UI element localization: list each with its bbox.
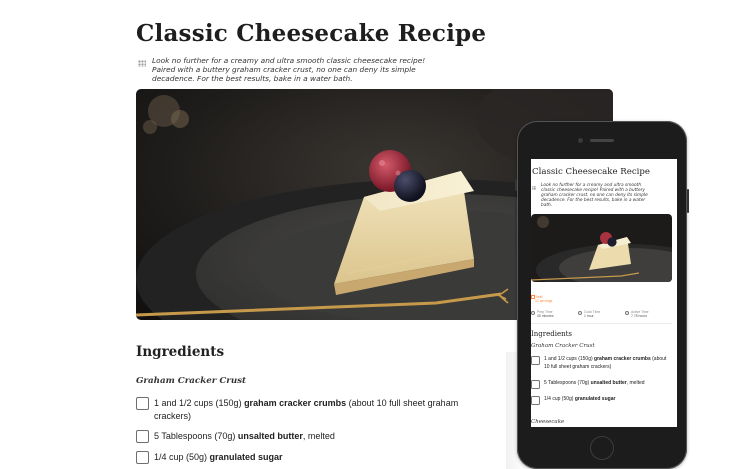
recipe-intro: Look no further for a creamy and ultra s… <box>152 56 426 83</box>
phone-side-button <box>515 179 517 191</box>
cook-time: Cook Time 1 hour <box>584 310 601 318</box>
clock-icon <box>531 311 535 315</box>
ingredient-text: 1 and 1/2 cups (150g) graham cracker cru… <box>154 398 459 421</box>
mobile-hero-image <box>531 214 672 282</box>
ingredients-heading: Ingredients <box>136 344 225 360</box>
mobile-ingredients-heading: Ingredients <box>531 330 573 338</box>
recipe-title: Classic Cheesecake Recipe <box>136 20 487 47</box>
speaker-grille <box>590 139 614 142</box>
ingredient-item[interactable]: 1 and 1/2 cups (150g) graham cracker cru… <box>136 397 459 422</box>
mobile-cheesecake-subheading: Cheesecake <box>531 419 565 425</box>
ingredient-checkbox[interactable] <box>531 396 540 405</box>
ingredient-checkbox[interactable] <box>136 397 149 410</box>
ingredient-item[interactable]: 5 Tablespoons (70g) unsalted butter, mel… <box>136 430 459 443</box>
clock-icon <box>578 311 582 315</box>
ingredient-text: 1/4 cup (50g) granulated sugar <box>544 396 616 402</box>
clock-icon <box>625 311 629 315</box>
phone-volume-up-button <box>515 201 517 223</box>
phone-volume-down-button <box>515 229 517 251</box>
mobile-ingredient-item[interactable]: 5 Tablespoons (70g) unsalted butter, mel… <box>531 380 669 389</box>
home-button <box>590 436 614 460</box>
quote-icon <box>138 60 146 67</box>
ingredient-checkbox[interactable] <box>531 356 540 365</box>
mobile-recipe-title: Classic Cheesecake Recipe <box>532 167 651 177</box>
phone-power-button <box>687 189 689 213</box>
yield-info: Yield 12 servings <box>535 295 553 303</box>
ingredient-item[interactable]: 1/4 cup (50g) granulated sugar <box>136 451 459 464</box>
mobile-ingredient-item[interactable]: 1/4 cup (50g) granulated sugar <box>531 396 669 405</box>
ingredient-checkbox[interactable] <box>531 380 540 389</box>
ingredient-checkbox[interactable] <box>136 430 149 443</box>
phone-mockup: Classic Cheesecake Recipe Look no furthe… <box>515 121 689 469</box>
divider <box>531 323 672 324</box>
mobile-ingredient-item[interactable]: 1 and 1/2 cups (150g) graham cracker cru… <box>531 356 669 371</box>
phone-screen: Classic Cheesecake Recipe Look no furthe… <box>531 159 677 427</box>
crust-subheading: Graham Cracker Crust <box>136 376 247 386</box>
ingredient-text: 5 Tablespoons (70g) unsalted butter, mel… <box>544 380 645 386</box>
mobile-crust-subheading: Graham Cracker Crust <box>531 343 595 349</box>
active-time: Active Time 7.75 hours <box>631 310 649 318</box>
ingredient-text: 5 Tablespoons (70g) unsalted butter, mel… <box>154 431 335 441</box>
mobile-recipe-intro: Look no further for a creamy and ultra s… <box>541 183 648 208</box>
quote-icon <box>532 186 536 190</box>
ingredient-text: 1 and 1/2 cups (150g) graham cracker cru… <box>544 356 667 370</box>
ingredient-checkbox[interactable] <box>136 451 149 464</box>
prep-time: Prep Time 45 minutes <box>537 310 554 318</box>
ingredient-text: 1/4 cup (50g) granulated sugar <box>154 452 283 462</box>
camera-icon <box>578 138 583 143</box>
